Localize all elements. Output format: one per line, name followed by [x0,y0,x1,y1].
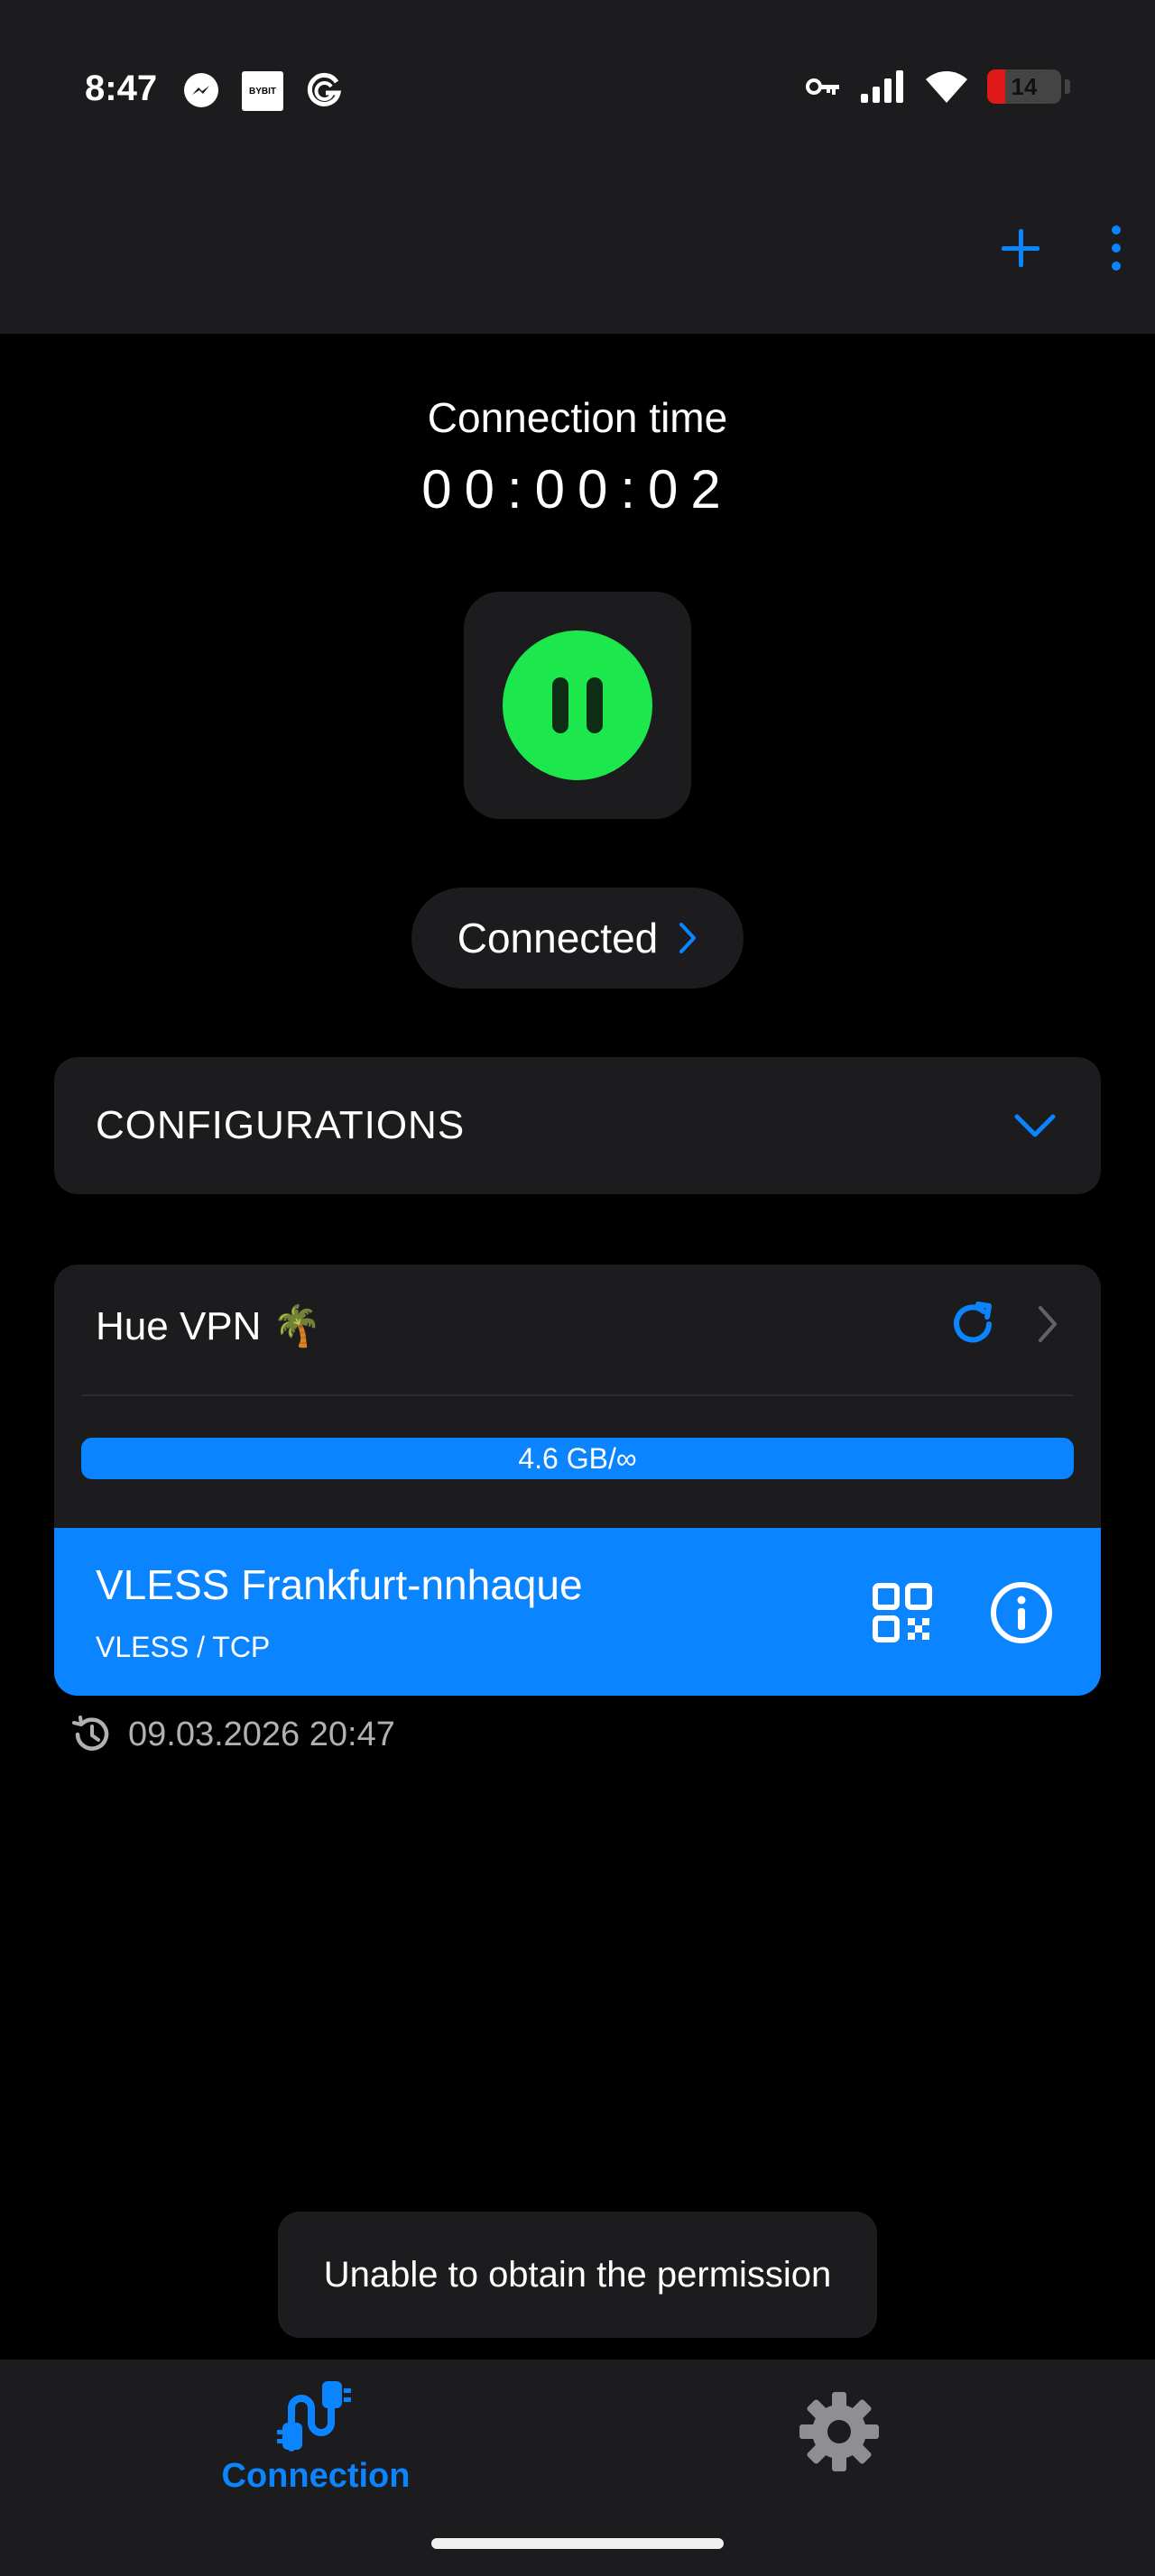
traffic-usage-bar: 4.6 GB/∞ [81,1438,1074,1479]
wifi-icon [926,71,967,103]
top-app-bar: 8:47 BYBIT 14 [0,0,1155,334]
nav-connection-label: Connection [221,2457,411,2495]
pause-icon-bar [587,677,603,733]
bybit-icon: BYBIT [242,71,283,111]
chevron-right-icon [679,923,697,953]
system-status-icons: 14 [805,69,1070,105]
info-icon[interactable] [989,1580,1054,1645]
last-updated: 09.03.2026 20:47 [70,1714,395,1755]
signal-icon [861,70,903,103]
vpn-toggle-button[interactable] [503,630,652,780]
connection-timer: 00:00:02 [421,459,734,520]
subscription-name[interactable]: Hue VPN 🌴 [96,1302,321,1349]
more-options-button[interactable] [1110,225,1123,271]
battery-indicator: 14 [987,69,1061,104]
connection-status-text: Connected [457,915,659,961]
last-updated-text: 09.03.2026 20:47 [128,1715,395,1753]
subscription-card: Hue VPN 🌴 4.6 GB/∞ VLESS Frankfurt-nnhaq… [54,1265,1101,1696]
vpn-key-icon [806,78,839,95]
divider [81,1394,1074,1396]
connection-icon [277,2381,351,2452]
server-protocol: VLESS / TCP [96,1631,271,1663]
server-item-selected[interactable]: VLESS Frankfurt-nnhaque VLESS / TCP [54,1528,1101,1696]
chevron-down-icon [1014,1114,1056,1137]
configurations-label: CONFIGURATIONS [96,1103,466,1147]
refresh-icon[interactable] [946,1297,1000,1351]
server-name: VLESS Frankfurt-nnhaque [96,1561,583,1608]
toast-message: Unable to obtain the permission [278,2212,877,2338]
qr-code-icon[interactable] [872,1582,933,1643]
server-actions [872,1580,1054,1645]
connection-status-button[interactable]: Connected [411,888,744,989]
grammarly-icon [303,70,345,112]
status-time: 8:47 [85,69,158,108]
gear-icon [799,2392,879,2471]
toolbar-actions [998,225,1123,271]
connection-time-label: Connection time [427,394,728,441]
pause-icon [552,677,568,733]
nav-settings[interactable] [740,2390,938,2473]
home-indicator[interactable] [431,2538,724,2549]
chevron-right-icon[interactable] [1038,1305,1058,1343]
subscription-actions [946,1297,1058,1351]
vpn-toggle-container [464,592,691,819]
traffic-usage-text: 4.6 GB/∞ [518,1441,637,1475]
notification-icons: BYBIT [180,70,345,112]
add-config-button[interactable] [998,225,1043,271]
nav-connection[interactable]: Connection [217,2378,415,2496]
configurations-dropdown[interactable]: CONFIGURATIONS [54,1057,1101,1194]
history-icon [72,1716,109,1751]
toast-text: Unable to obtain the permission [323,2254,832,2295]
battery-nub [1065,79,1070,94]
messenger-icon [180,70,222,112]
